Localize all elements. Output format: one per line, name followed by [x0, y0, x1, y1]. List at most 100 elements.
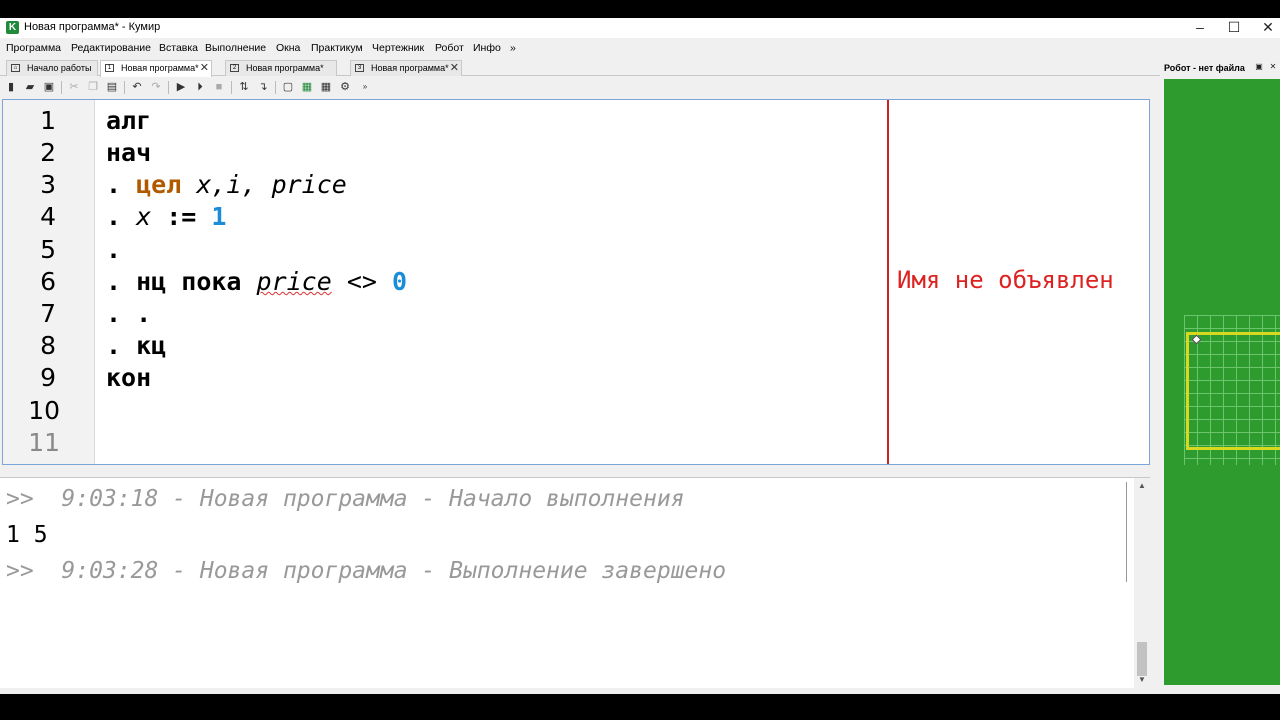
menu-windows[interactable]: Окна	[276, 42, 300, 54]
indent-dots: . .	[106, 299, 152, 328]
copy-icon[interactable]: ❐	[86, 80, 100, 94]
menu-more[interactable]: »	[510, 42, 516, 54]
robot-grid-icon[interactable]: ▦	[300, 80, 314, 94]
code-editor[interactable]: 1 2 3 4 5 6 7 8 9 10 11 алг нач . цел x,…	[2, 99, 1150, 465]
number-literal: 1	[211, 202, 227, 231]
line-number: 10	[28, 396, 60, 425]
code-line-2[interactable]: нач	[106, 138, 151, 167]
tab-number-icon: 2	[230, 64, 239, 72]
compare-operator: <>	[331, 267, 393, 296]
tab-label: Новая программа*	[371, 63, 449, 73]
undo-icon[interactable]: ↶	[130, 80, 144, 94]
code-line-6[interactable]: . нц пока price <> 0	[106, 267, 407, 296]
toolbar: ▮ ▰ ▣ ✂ ❐ ▤ ↶ ↷ ▶ ⏵ ■ ⇅ ↴ ▢ ▦ ▦ ⚙ »	[0, 77, 1160, 99]
line-number: 7	[40, 299, 56, 328]
scroll-up-icon[interactable]: ▲	[1136, 480, 1148, 492]
output-console[interactable]: >> 9:03:18 - Новая программа - Начало вы…	[0, 477, 1150, 688]
paste-icon[interactable]: ▤	[105, 80, 119, 94]
menu-info[interactable]: Инфо	[473, 42, 501, 54]
cut-icon[interactable]: ✂	[67, 80, 81, 94]
tab-bar: ⌂ Начало работы 1 Новая программа* ✕ 2 Н…	[0, 58, 1160, 77]
start-page-icon: ⌂	[11, 64, 20, 72]
menu-insert[interactable]: Вставка	[159, 42, 198, 54]
loop-keyword: нц пока	[136, 267, 242, 296]
line-number: 8	[40, 331, 56, 360]
console-scrollbar[interactable]: ▲ ▼	[1134, 478, 1150, 688]
line-number: 5	[40, 235, 56, 264]
type-keyword: цел	[136, 170, 182, 199]
close-tab-icon[interactable]: ✕	[200, 61, 209, 76]
tools-icon[interactable]: ⚙	[338, 80, 352, 94]
indent-dot: .	[106, 235, 122, 264]
code-line-5[interactable]: .	[106, 235, 121, 264]
variable: price	[256, 170, 347, 199]
number-literal: 0	[392, 267, 408, 296]
toolbar-divider	[168, 81, 169, 94]
console-log-line: >> 9:03:18 - Новая программа - Начало вы…	[6, 486, 685, 512]
drawer-grid-icon[interactable]: ▦	[319, 80, 333, 94]
line-number-gutter: 1 2 3 4 5 6 7 8 9 10 11	[3, 100, 95, 464]
redo-icon[interactable]: ↷	[149, 80, 163, 94]
code-line-9[interactable]: кон	[106, 363, 151, 392]
run-icon[interactable]: ▶	[174, 80, 188, 94]
tab-program-3[interactable]: 3 Новая программа* ✕	[350, 60, 462, 76]
stop-icon[interactable]: ■	[212, 80, 226, 94]
code-line-4[interactable]: . x := 1	[106, 202, 226, 231]
error-margin-line	[887, 100, 889, 464]
indent-dot: .	[106, 331, 137, 360]
more-tools-icon[interactable]: »	[358, 80, 372, 94]
menu-robot[interactable]: Робот	[435, 42, 464, 54]
keyword: нач	[106, 138, 152, 167]
console-output-line: 1 5	[6, 522, 48, 548]
field-wall	[1186, 332, 1280, 450]
robot-field[interactable]	[1164, 79, 1280, 685]
code-line-3[interactable]: . цел x,i, price	[106, 170, 347, 199]
line-number: 3	[40, 170, 56, 199]
line-number: 2	[40, 138, 56, 167]
assign-operator: :=	[151, 202, 212, 231]
code-line-8[interactable]: . кц	[106, 331, 166, 360]
title-bar: K Новая программа* - Кумир – ☐ ✕	[0, 18, 1280, 38]
close-panel-icon[interactable]: ✕	[1268, 62, 1278, 72]
window-layout-icon[interactable]: ▢	[281, 80, 295, 94]
indent-dot: .	[106, 267, 137, 296]
run-step-icon[interactable]: ⏵	[193, 80, 207, 94]
save-icon[interactable]: ▣	[42, 80, 56, 94]
step-into-icon[interactable]: ↴	[256, 80, 270, 94]
tab-program-2[interactable]: 2 Новая программа*	[225, 60, 337, 76]
tab-label: Новая программа*	[121, 63, 199, 73]
tab-label: Новая программа*	[246, 63, 324, 73]
variable-list: x,i,	[181, 170, 257, 199]
menu-program[interactable]: Программа	[6, 42, 61, 54]
menu-run[interactable]: Выполнение	[205, 42, 266, 54]
step-over-icon[interactable]: ⇅	[237, 80, 251, 94]
dock-icon[interactable]: ▣	[1254, 62, 1264, 72]
tab-program-1[interactable]: 1 Новая программа* ✕	[100, 60, 212, 77]
toolbar-divider	[61, 81, 62, 94]
line-number: 11	[28, 428, 60, 457]
close-tab-icon[interactable]: ✕	[450, 61, 459, 76]
line-number: 1	[40, 106, 56, 135]
menu-drawer[interactable]: Чертежник	[372, 42, 424, 54]
keyword: кон	[106, 363, 152, 392]
new-file-icon[interactable]: ▮	[4, 80, 18, 94]
variable: x	[136, 202, 152, 231]
error-message: Имя не объявлен	[897, 266, 1114, 294]
open-folder-icon[interactable]: ▰	[23, 80, 37, 94]
robot-panel-header: Робот - нет файла ▣ ✕	[1160, 58, 1280, 78]
robot-panel-title: Робот - нет файла	[1164, 63, 1245, 73]
tab-number-icon: 3	[355, 64, 364, 72]
code-line-1[interactable]: алг	[106, 106, 151, 135]
tab-start[interactable]: ⌂ Начало работы	[6, 60, 98, 76]
window-title: Новая программа* - Кумир	[24, 21, 161, 33]
scrollbar-thumb[interactable]	[1137, 642, 1147, 676]
menu-practicum[interactable]: Практикум	[311, 42, 363, 54]
keyword: алг	[106, 106, 152, 135]
menu-bar: Программа Редактирование Вставка Выполне…	[0, 38, 1280, 58]
scroll-down-icon[interactable]: ▼	[1136, 674, 1148, 686]
menu-edit[interactable]: Редактирование	[71, 42, 151, 54]
undeclared-variable: price	[256, 267, 332, 296]
code-line-7[interactable]: . .	[106, 299, 151, 328]
close-window-button[interactable]: ✕	[1248, 18, 1280, 38]
